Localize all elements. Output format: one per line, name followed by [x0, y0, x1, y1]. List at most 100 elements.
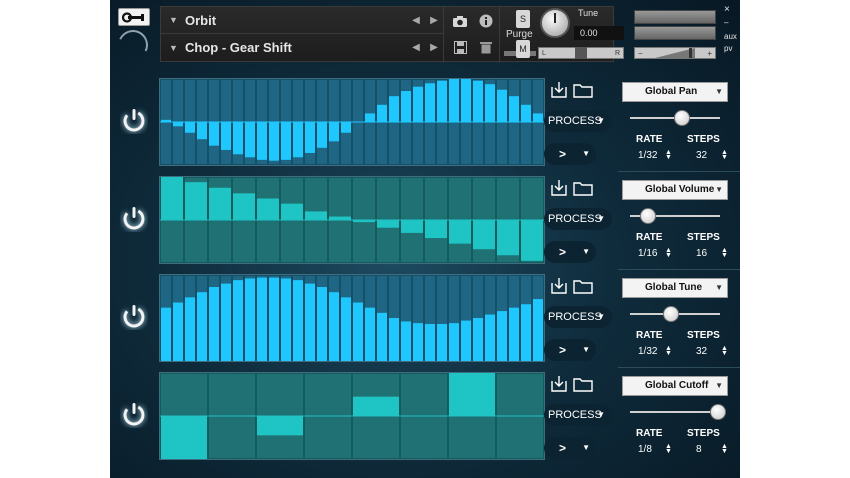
close-button[interactable]: × — [724, 4, 730, 15]
step-bar — [209, 187, 231, 220]
snapshot-camera-button[interactable] — [448, 10, 472, 32]
settings-wrench-button[interactable] — [118, 8, 150, 26]
modulation-amount-slider[interactable] — [630, 411, 720, 413]
row-divider — [618, 269, 740, 270]
aux-button[interactable]: aux — [724, 32, 737, 41]
next-dropdown[interactable]: > ▼ — [544, 339, 596, 361]
preset-next-arrow[interactable]: ▶ — [425, 42, 443, 53]
import-pattern-button[interactable] — [548, 374, 570, 394]
target-parameter-label: Global Volume — [645, 184, 715, 195]
pv-button[interactable]: pv — [724, 44, 732, 53]
volume-ramp-icon — [655, 48, 695, 58]
row-power-button[interactable] — [120, 400, 148, 428]
steps-value[interactable]: 32 — [696, 346, 707, 357]
pan-slider-thumb[interactable] — [575, 47, 587, 59]
target-parameter-dropdown[interactable]: Global Pan ▼ — [622, 82, 728, 102]
mute-button[interactable]: M — [516, 40, 530, 58]
step-bar — [341, 122, 351, 133]
step-bar — [461, 320, 471, 361]
rate-value[interactable]: 1/16 — [638, 248, 657, 259]
process-dropdown[interactable]: PROCESS ▼ — [544, 306, 612, 328]
chevron-down-icon: ▼ — [597, 116, 605, 125]
steps-value[interactable]: 32 — [696, 150, 707, 161]
row-power-button[interactable] — [120, 204, 148, 232]
import-pattern-button[interactable] — [548, 80, 570, 100]
steps-stepper-arrows-icon[interactable]: ▲ ▼ — [721, 443, 728, 455]
instrument-name[interactable]: Orbit — [185, 13, 407, 28]
step-bar — [233, 193, 255, 220]
step-bar — [257, 416, 303, 436]
process-dropdown[interactable]: PROCESS ▼ — [544, 208, 612, 230]
import-pattern-button[interactable] — [548, 276, 570, 296]
power-icon — [123, 207, 145, 230]
rate-value[interactable]: 1/8 — [638, 444, 652, 455]
next-dropdown[interactable]: > ▼ — [544, 241, 596, 263]
instrument-prev-arrow[interactable]: ◀ — [407, 15, 425, 26]
instrument-dropdown-icon[interactable]: ▼ — [169, 15, 185, 25]
header-buttons — [443, 7, 499, 63]
rate-value[interactable]: 1/32 — [638, 150, 657, 161]
step-bar — [365, 113, 375, 122]
step-bar — [329, 216, 351, 220]
open-folder-button[interactable] — [572, 80, 594, 100]
rate-label: RATE — [636, 134, 663, 145]
steps-stepper-arrows-icon[interactable]: ▲ ▼ — [721, 345, 728, 357]
next-dropdown[interactable]: > ▼ — [544, 143, 596, 165]
process-dropdown[interactable]: PROCESS ▼ — [544, 404, 612, 426]
chevron-down-icon: ▼ — [715, 283, 723, 292]
open-folder-button[interactable] — [572, 276, 594, 296]
steps-value[interactable]: 16 — [696, 248, 707, 259]
row-power-button[interactable] — [120, 106, 148, 134]
step-bar — [533, 299, 543, 361]
preset-name[interactable]: Chop - Gear Shift — [185, 40, 407, 55]
volume-slider[interactable]: − + — [634, 47, 716, 59]
modulation-amount-thumb[interactable] — [662, 306, 679, 322]
instrument-next-arrow[interactable]: ▶ — [425, 15, 443, 26]
step-sequencer-grid[interactable] — [159, 176, 545, 264]
pan-slider[interactable]: L R — [538, 47, 624, 59]
import-pattern-button[interactable] — [548, 178, 570, 198]
steps-stepper-arrows-icon[interactable]: ▲ ▼ — [721, 247, 728, 259]
step-bar — [377, 220, 399, 228]
next-dropdown[interactable]: > ▼ — [544, 437, 596, 459]
step-sequencer-grid[interactable] — [159, 274, 545, 362]
folder-icon — [573, 378, 593, 392]
target-parameter-dropdown[interactable]: Global Volume ▼ — [622, 180, 728, 200]
preset-prev-arrow[interactable]: ◀ — [407, 42, 425, 53]
info-button[interactable] — [474, 10, 498, 32]
target-parameter-dropdown[interactable]: Global Cutoff ▼ — [622, 376, 728, 396]
row-power-button[interactable] — [120, 302, 148, 330]
rate-stepper-arrows-icon[interactable]: ▲ ▼ — [665, 443, 672, 455]
step-bar — [425, 220, 447, 239]
process-dropdown[interactable]: PROCESS ▼ — [544, 110, 612, 132]
rate-stepper-arrows-icon[interactable]: ▲ ▼ — [665, 345, 672, 357]
modulation-amount-thumb[interactable] — [674, 110, 691, 126]
step-bar — [485, 314, 495, 361]
step-sequencer-grid[interactable] — [159, 372, 545, 460]
delete-preset-button[interactable] — [474, 36, 498, 58]
steps-stepper-arrows-icon[interactable]: ▲ ▼ — [721, 149, 728, 161]
tune-value[interactable]: 0.00 — [574, 26, 624, 40]
step-sequencer-grid[interactable] — [159, 78, 545, 166]
minimize-button[interactable]: – — [724, 18, 728, 27]
step-bar — [521, 220, 543, 261]
sequencer-row: PROCESS ▼ > ▼ Global Tune ▼ RATE STEPS 1/32 32 ▲ ▼ ▲… — [110, 272, 740, 369]
solo-button[interactable]: S — [516, 10, 530, 28]
tune-knob[interactable] — [540, 8, 570, 38]
rate-stepper-arrows-icon[interactable]: ▲ ▼ — [665, 149, 672, 161]
rate-stepper-arrows-icon[interactable]: ▲ ▼ — [665, 247, 672, 259]
purge-dropdown[interactable]: Purge — [506, 29, 533, 40]
modulation-amount-thumb[interactable] — [710, 404, 727, 420]
save-preset-button[interactable] — [448, 36, 472, 58]
step-bar — [293, 280, 303, 361]
step-bar — [449, 220, 471, 244]
target-parameter-dropdown[interactable]: Global Tune ▼ — [622, 278, 728, 298]
open-folder-button[interactable] — [572, 178, 594, 198]
step-bar — [161, 307, 171, 361]
rate-label: RATE — [636, 232, 663, 243]
modulation-amount-thumb[interactable] — [640, 208, 656, 224]
preset-dropdown-icon[interactable]: ▼ — [169, 43, 185, 53]
open-folder-button[interactable] — [572, 374, 594, 394]
steps-value[interactable]: 8 — [696, 444, 702, 455]
rate-value[interactable]: 1/32 — [638, 346, 657, 357]
